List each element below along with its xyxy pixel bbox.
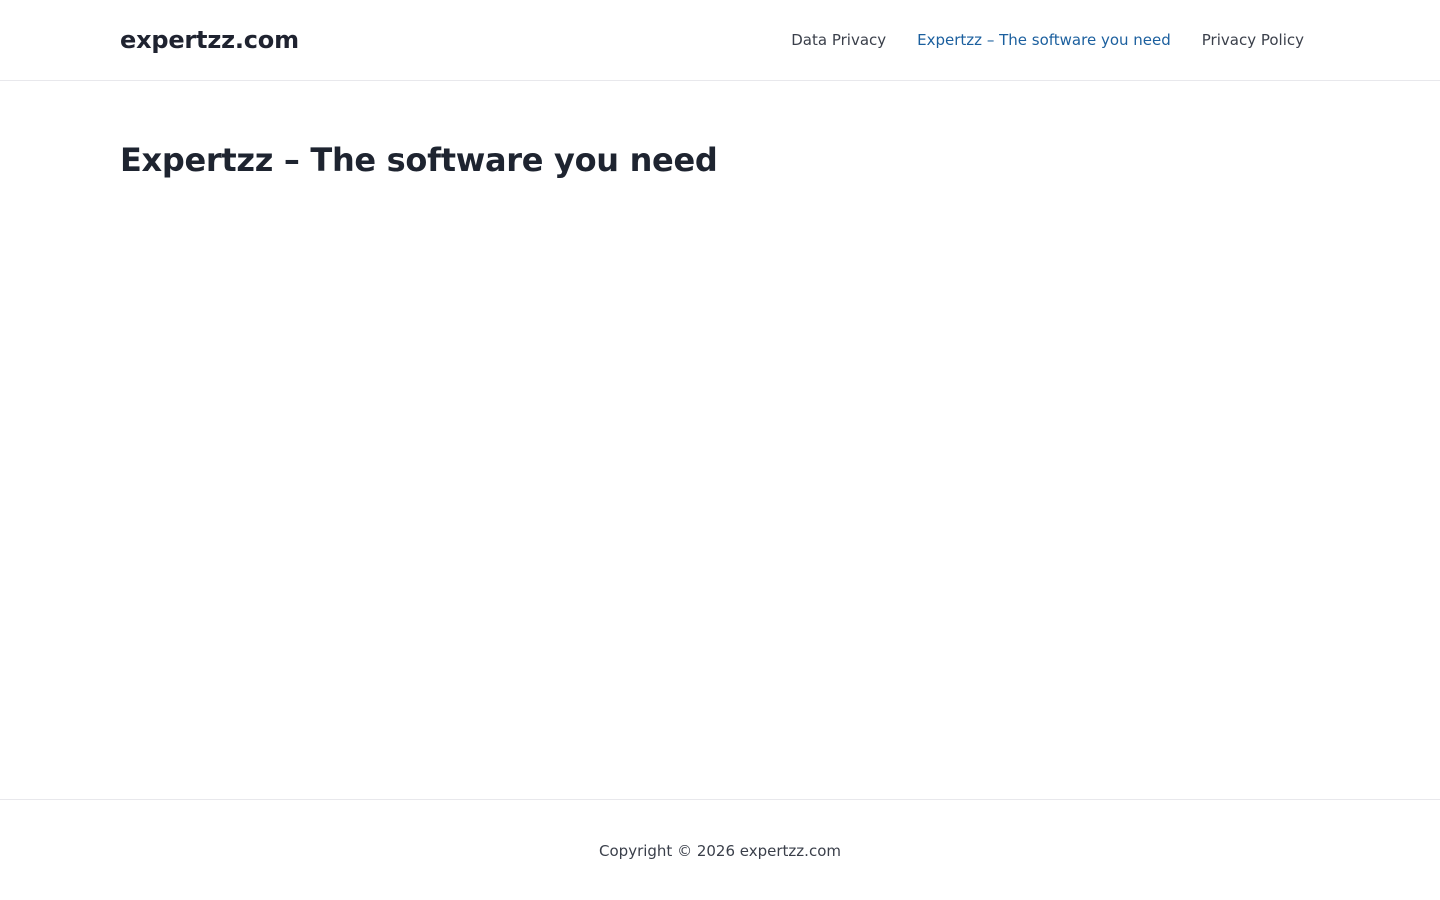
site-title-link[interactable]: expertzz.com	[120, 24, 299, 56]
main-content: Expertzz – The software you need	[0, 82, 1440, 799]
nav-item-privacy-policy: Privacy Policy	[1202, 29, 1304, 51]
copyright-text: Copyright © 2026 expertzz.com	[599, 842, 841, 860]
nav-link-privacy-policy[interactable]: Privacy Policy	[1202, 31, 1304, 49]
nav-link-home-current[interactable]: Expertzz – The software you need	[917, 31, 1171, 49]
nav-item-home: Expertzz – The software you need	[917, 29, 1171, 51]
site-header: expertzz.com Data Privacy Expertzz – The…	[0, 0, 1440, 81]
nav-menu: Data Privacy Expertzz – The software you…	[791, 29, 1304, 51]
nav-item-data-privacy: Data Privacy	[791, 29, 886, 51]
site-footer: Copyright © 2026 expertzz.com	[0, 799, 1440, 900]
nav-link-data-privacy[interactable]: Data Privacy	[791, 31, 886, 49]
page-title: Expertzz – The software you need	[120, 141, 718, 179]
